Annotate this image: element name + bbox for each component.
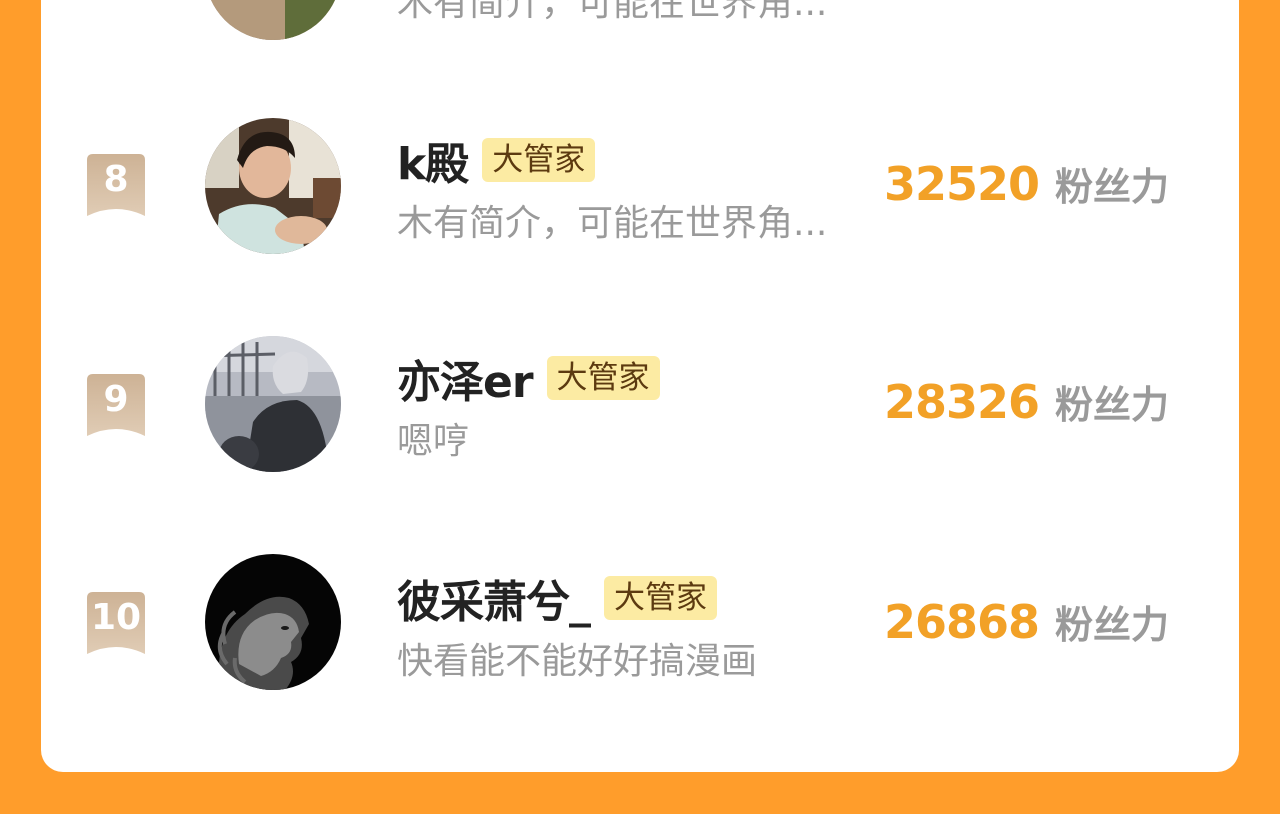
rank-number: 9 (103, 379, 129, 420)
avatar[interactable] (205, 0, 341, 40)
role-tag: 大管家 (482, 138, 596, 182)
role-tag: 大管家 (604, 576, 717, 620)
fans-label: 粉丝力 (1054, 383, 1169, 427)
rank-badge: 10 (85, 592, 147, 656)
ranking-card: 木有简介，可能在世界角... 8 k殿 大管家 木有简介，可能在世界角... 3… (41, 0, 1239, 772)
ranking-row[interactable]: 8 k殿 大管家 木有简介，可能在世界角... 32520 粉丝力 (41, 116, 1239, 256)
rank-number: 10 (90, 597, 142, 638)
role-tag: 大管家 (546, 356, 660, 400)
fans-count: 28326 (883, 375, 1040, 429)
user-intro: 木有简介，可能在世界角... (397, 0, 828, 24)
fans-count: 26868 (883, 595, 1040, 649)
avatar[interactable] (205, 118, 341, 254)
fans-label: 粉丝力 (1054, 165, 1169, 209)
user-intro: 嗯哼 (397, 421, 470, 462)
rank-badge: 9 (85, 374, 147, 438)
user-name-line: 亦泽er 大管家 (397, 352, 660, 408)
rank-number: 8 (103, 159, 129, 200)
rank-badge: 8 (85, 154, 147, 218)
ranking-row[interactable]: 10 彼采萧兮_ 大管家 快看能不能好好搞漫画 26868 粉丝力 (41, 554, 1239, 694)
fans-power: 28326 粉丝力 (884, 374, 1169, 429)
user-name[interactable]: 彼采萧兮_ (397, 566, 591, 630)
user-name[interactable]: 亦泽er (397, 346, 534, 410)
ranking-row[interactable]: 9 亦泽er 大管家 嗯哼 28326 粉丝力 (41, 334, 1239, 474)
user-name-line: k殿 大管家 (397, 134, 596, 190)
avatar[interactable] (205, 336, 341, 472)
fans-power: 26868 粉丝力 (884, 594, 1169, 649)
user-intro: 木有简介，可能在世界角... (397, 203, 828, 244)
fans-count: 32520 (883, 157, 1040, 211)
fans-label: 粉丝力 (1054, 603, 1169, 647)
user-name-line: 彼采萧兮_ 大管家 (397, 572, 717, 628)
avatar[interactable] (205, 554, 341, 690)
ranking-row-partial[interactable]: 木有简介，可能在世界角... (41, 0, 1239, 44)
fans-power: 32520 粉丝力 (884, 156, 1169, 211)
user-name[interactable]: k殿 (397, 128, 469, 192)
user-intro: 快看能不能好好搞漫画 (397, 641, 758, 682)
